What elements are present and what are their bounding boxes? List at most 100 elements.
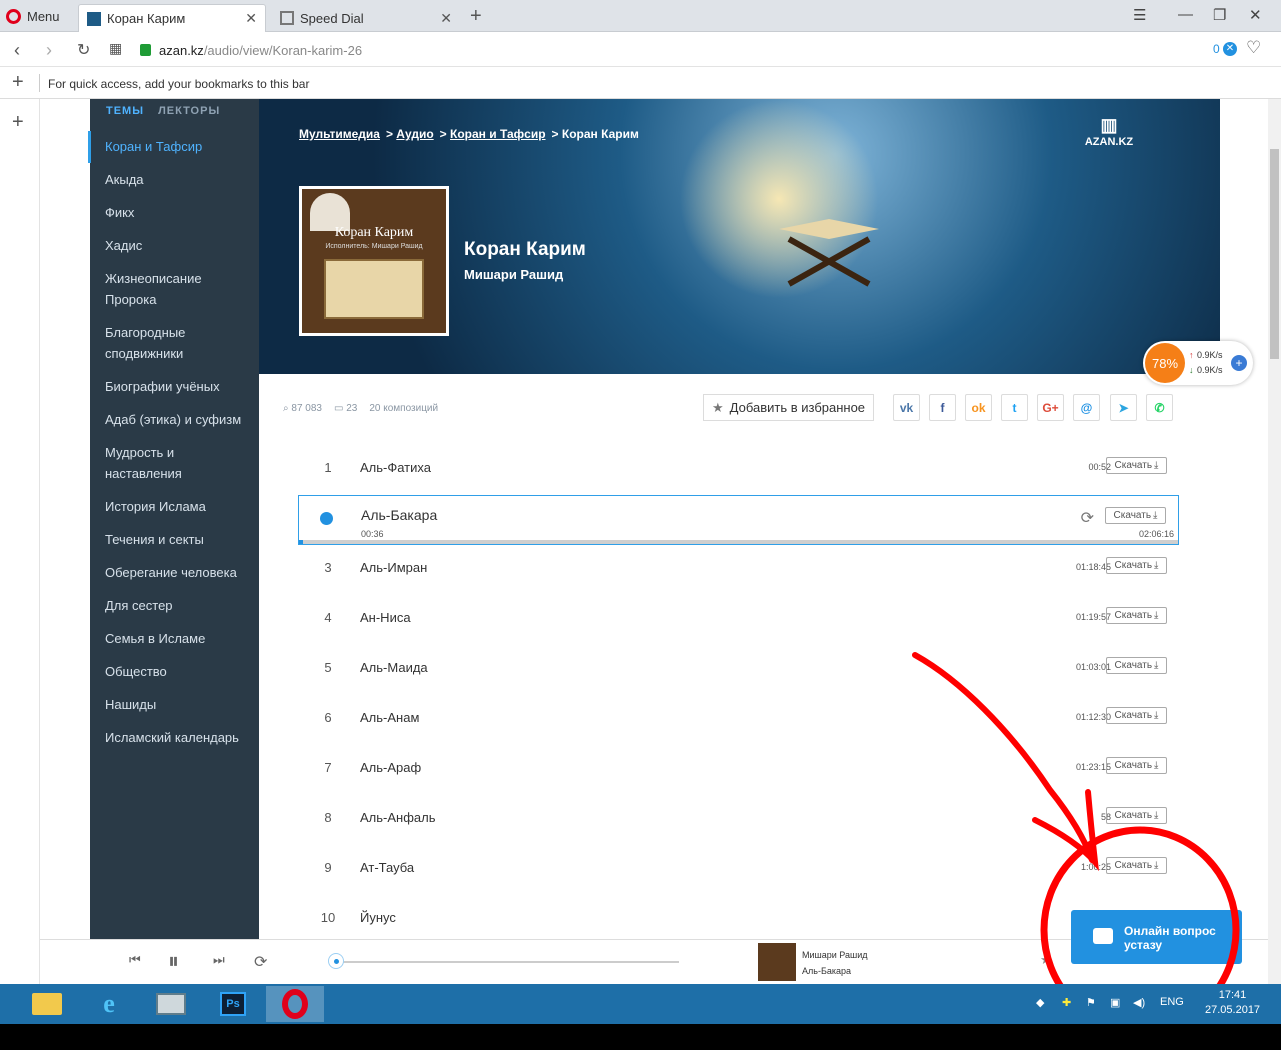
internet-explorer-icon[interactable]: e: [80, 986, 138, 1022]
pause-icon[interactable]: ⏸: [168, 948, 179, 974]
add-bookmark-icon[interactable]: +: [12, 71, 24, 94]
network-icon[interactable]: ▣: [1110, 996, 1120, 1009]
repeat-icon[interactable]: ⟳: [1081, 508, 1094, 528]
download-button[interactable]: Скачать ⤓: [1106, 757, 1167, 774]
track-name[interactable]: Аль-Анфаль: [360, 810, 436, 825]
odnoklassniki-share-icon[interactable]: ok: [965, 394, 992, 421]
tray-icon-1[interactable]: ◆: [1036, 996, 1044, 1009]
google-plus-share-icon[interactable]: G+: [1037, 394, 1064, 421]
track-row-playing[interactable]: Аль-Бакара 00:36 ⟳ Скачать ⤓ 02:06:16: [298, 495, 1179, 545]
sidebar-item-companions[interactable]: Благородные сподвижники: [105, 322, 215, 364]
download-button[interactable]: Скачать ⤓: [1106, 657, 1167, 674]
sidebar-item-calendar[interactable]: Исламский календарь: [105, 727, 255, 748]
file-explorer-icon[interactable]: [18, 986, 76, 1022]
favorite-star-icon[interactable]: ★: [1040, 952, 1052, 968]
sidebar-item-koran-tafsir[interactable]: Коран и Тафсир: [105, 136, 255, 157]
adblock-icon[interactable]: ✕: [1223, 42, 1237, 56]
sidebar-item-society[interactable]: Общество: [105, 661, 255, 682]
track-name[interactable]: Аль-Имран: [360, 560, 427, 575]
heart-icon[interactable]: ♡: [1246, 38, 1261, 58]
traffic-speed-widget[interactable]: 78% ↑ 0.9K/s ↓ 0.9K/s +: [1143, 341, 1253, 385]
reload-icon[interactable]: ↻: [77, 40, 90, 60]
online-question-button[interactable]: Онлайн вопрос устазу: [1071, 910, 1242, 964]
track-name[interactable]: Аль-Маида: [360, 660, 428, 675]
language-indicator[interactable]: ENG: [1160, 996, 1184, 1008]
sidebar-item-adab[interactable]: Адаб (этика) и суфизм: [105, 409, 255, 430]
track-row[interactable]: 8 Аль-Анфаль 58 Скачать ⤓: [298, 796, 1179, 846]
track-row[interactable]: 10 Йунус 45: [298, 896, 1179, 939]
close-tab-icon[interactable]: ✕: [440, 10, 452, 27]
minimize-icon[interactable]: —: [1178, 6, 1193, 23]
remote-desktop-icon[interactable]: [142, 986, 200, 1022]
photoshop-icon[interactable]: Ps: [204, 986, 262, 1022]
sidebar-item-protection[interactable]: Оберегание человека: [105, 562, 255, 583]
sidebar-item-akyda[interactable]: Акыда: [105, 169, 255, 190]
back-icon[interactable]: ‹: [14, 40, 20, 61]
track-row[interactable]: 3 Аль-Имран 01:18:45 Скачать ⤓: [298, 546, 1179, 596]
new-tab-icon[interactable]: +: [470, 5, 482, 28]
tabs-grid-icon[interactable]: ▦: [109, 40, 122, 57]
sidebar-item-family[interactable]: Семья в Исламе: [105, 628, 255, 649]
track-name[interactable]: Аль-Араф: [360, 760, 421, 775]
previous-track-icon[interactable]: ⏮: [129, 952, 141, 968]
tray-icon-2[interactable]: ✚: [1062, 996, 1071, 1009]
player-seek-knob[interactable]: [328, 953, 344, 969]
download-button[interactable]: Скачать ⤓: [1106, 807, 1167, 824]
telegram-share-icon[interactable]: ➤: [1110, 394, 1137, 421]
scrollbar-thumb[interactable]: [1270, 149, 1279, 359]
url-field[interactable]: azan.kz/audio/view/Koran-karim-26: [140, 38, 1240, 62]
track-name[interactable]: Йунус: [360, 910, 396, 925]
download-button[interactable]: Скачать ⤓: [1106, 707, 1167, 724]
sidebar-item-wisdom[interactable]: Мудрость и наставления: [105, 442, 215, 484]
sidebar-item-prophet-biography[interactable]: Жизнеописание Пророка: [105, 268, 215, 310]
track-row[interactable]: 7 Аль-Араф 01:23:15 Скачать ⤓: [298, 746, 1179, 796]
system-clock[interactable]: 17:41 27.05.2017: [1205, 988, 1260, 1018]
track-name[interactable]: Аль-Анам: [360, 710, 419, 725]
sidebar-item-sects[interactable]: Течения и секты: [105, 529, 255, 550]
track-name[interactable]: Аль-Бакара: [361, 507, 437, 523]
volume-icon[interactable]: ◀): [1133, 996, 1145, 1009]
add-panel-icon[interactable]: +: [12, 111, 24, 134]
close-window-icon[interactable]: ✕: [1249, 6, 1262, 24]
widget-plus-icon[interactable]: +: [1231, 355, 1247, 371]
track-row[interactable]: 9 Ат-Тауба 1:00:25 Скачать ⤓: [298, 846, 1179, 896]
track-row[interactable]: 5 Аль-Маида 01:03:01 Скачать ⤓: [298, 646, 1179, 696]
download-button[interactable]: Скачать ⤓: [1106, 457, 1167, 474]
track-name[interactable]: Ан-Ниса: [360, 610, 411, 625]
track-name[interactable]: Ат-Тауба: [360, 860, 414, 875]
track-name[interactable]: Аль-Фатиха: [360, 460, 431, 475]
flag-icon[interactable]: ⚑: [1086, 996, 1096, 1009]
download-button[interactable]: Скачать ⤓: [1106, 557, 1167, 574]
download-button[interactable]: Скачать ⤓: [1105, 507, 1166, 524]
tab-speed-dial[interactable]: Speed Dial ✕: [272, 4, 460, 32]
opera-menu-button[interactable]: Menu: [6, 6, 60, 26]
sidebar-item-sisters[interactable]: Для сестер: [105, 595, 255, 616]
sidebar-item-nasheeds[interactable]: Нашиды: [105, 694, 255, 715]
next-track-icon[interactable]: ⏭: [213, 952, 225, 968]
facebook-share-icon[interactable]: f: [929, 394, 956, 421]
track-row[interactable]: 1 Аль-Фатиха 00:52 Скачать ⤓: [298, 446, 1179, 496]
tab-lecturers[interactable]: ЛЕКТОРЫ: [158, 105, 220, 117]
close-tab-icon[interactable]: ✕: [245, 10, 257, 27]
player-seek-bar[interactable]: [335, 961, 679, 963]
repeat-mode-icon[interactable]: ⟳: [254, 952, 267, 972]
track-progress-bar[interactable]: [299, 540, 1178, 544]
twitter-share-icon[interactable]: t: [1001, 394, 1028, 421]
download-button[interactable]: Скачать ⤓: [1106, 607, 1167, 624]
vk-share-icon[interactable]: vk: [893, 394, 920, 421]
opera-taskbar-icon[interactable]: [266, 986, 324, 1022]
restore-icon[interactable]: ❐: [1213, 6, 1226, 24]
forward-icon[interactable]: ›: [46, 40, 52, 61]
tab-koran-karim[interactable]: Коран Карим ✕: [78, 4, 266, 32]
tab-topics[interactable]: ТЕМЫ: [106, 105, 144, 117]
track-row[interactable]: 6 Аль-Анам 01:12:30 Скачать ⤓: [298, 696, 1179, 746]
sidebar-item-history[interactable]: История Ислама: [105, 496, 255, 517]
moi-mir-share-icon[interactable]: @: [1073, 394, 1100, 421]
whatsapp-share-icon[interactable]: ✆: [1146, 394, 1173, 421]
page-scrollbar[interactable]: [1268, 99, 1281, 984]
breadcrumb-multimedia[interactable]: Мультимедиа: [299, 127, 380, 141]
breadcrumb-koran-tafsir[interactable]: Коран и Тафсир: [450, 127, 546, 141]
add-to-favorites-button[interactable]: ★ Добавить в избранное: [703, 394, 875, 421]
download-button[interactable]: Скачать ⤓: [1106, 857, 1167, 874]
sidebar-item-scholars[interactable]: Биографии учёных: [105, 376, 255, 397]
